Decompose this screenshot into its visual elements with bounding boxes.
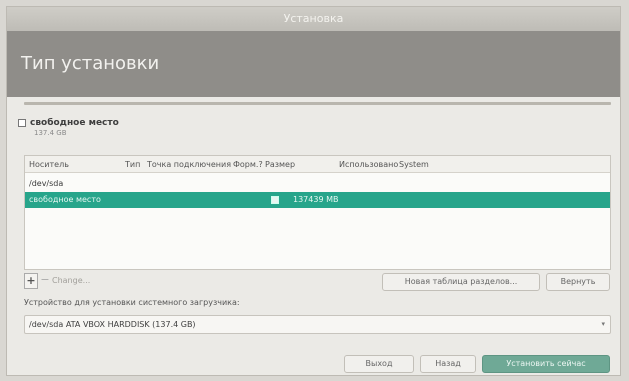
column-header-device[interactable]: Носитель (29, 156, 69, 173)
back-button[interactable]: Назад (420, 355, 476, 373)
legend-size: 137.4 GB (34, 129, 67, 137)
device-cell: /dev/sda (29, 179, 64, 188)
revert-button[interactable]: Вернуть (546, 273, 610, 291)
chevron-down-icon: ▾ (601, 320, 605, 328)
partition-table: Носитель Тип Точка подключения Форм.? Ра… (24, 155, 611, 270)
partition-legend: свободное место 137.4 GB (18, 118, 119, 137)
bootloader-value: /dev/sda ATA VBOX HARDDISK (137.4 GB) (29, 320, 196, 329)
partition-bar (24, 102, 611, 105)
size-cell: 137439 MB (293, 195, 339, 204)
format-checkbox[interactable] (271, 196, 279, 204)
column-header-format[interactable]: Форм.? (233, 156, 263, 173)
table-header: Носитель Тип Точка подключения Форм.? Ра… (25, 156, 610, 173)
remove-partition-button[interactable]: − (40, 273, 50, 289)
column-header-mount[interactable]: Точка подключения (147, 156, 231, 173)
table-row-selected[interactable]: свободное место 137439 MB (25, 192, 610, 208)
install-now-button[interactable]: Установить сейчас (482, 355, 610, 373)
bootloader-select[interactable]: /dev/sda ATA VBOX HARDDISK (137.4 GB) ▾ (24, 315, 611, 334)
bootloader-label: Устройство для установки системного загр… (24, 298, 240, 307)
new-partition-table-button[interactable]: Новая таблица разделов... (382, 273, 540, 291)
add-partition-button[interactable]: + (24, 273, 38, 289)
quit-button[interactable]: Выход (344, 355, 414, 373)
legend-label: свободное место (30, 118, 119, 128)
window-title: Установка (283, 12, 344, 25)
column-header-type[interactable]: Тип (125, 156, 140, 173)
change-partition-button[interactable]: Change... (52, 273, 112, 289)
column-header-used[interactable]: Использовано (339, 156, 398, 173)
column-header-size[interactable]: Размер (265, 156, 295, 173)
table-row[interactable]: /dev/sda (25, 176, 610, 192)
device-cell: свободное место (29, 195, 101, 204)
page-header: Тип установки (7, 31, 620, 97)
legend-swatch (18, 119, 26, 127)
window-titlebar: Установка (7, 7, 620, 31)
column-header-system[interactable]: System (399, 156, 429, 173)
page-title: Тип установки (21, 53, 160, 74)
